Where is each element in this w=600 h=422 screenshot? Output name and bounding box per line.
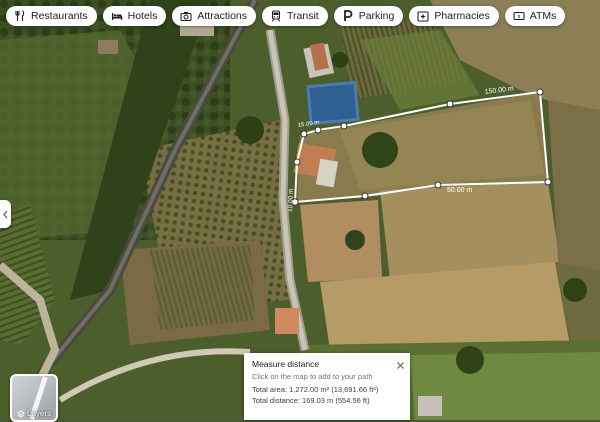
measure-point[interactable]: [446, 100, 454, 108]
parking-icon: [343, 10, 353, 21]
atm-icon: $: [513, 11, 525, 21]
total-area: Total area: 1,272.00 m² (13,691.66 ft²): [252, 385, 379, 394]
measure-point[interactable]: [340, 122, 348, 130]
measure-point[interactable]: [544, 178, 552, 186]
measure-point[interactable]: [434, 181, 442, 189]
chip-label: Pharmacies: [434, 10, 490, 22]
chip-label: Parking: [358, 10, 395, 22]
chip-label: Restaurants: [31, 10, 88, 22]
measure-point[interactable]: [314, 126, 322, 134]
chip-label: ATMs: [529, 10, 557, 22]
measure-point[interactable]: [536, 88, 544, 96]
card-hint: Click on the map to add to your path: [252, 372, 373, 381]
bed-icon: [111, 13, 122, 20]
fork-knife-icon: [15, 10, 25, 21]
total-distance: Total distance: 169.03 m (554.56 ft): [252, 396, 370, 405]
train-icon: [271, 10, 281, 22]
measure-point[interactable]: [361, 192, 369, 200]
camera-icon: [180, 12, 192, 22]
measure-distance-card: Measure distance Click on the map to add…: [244, 353, 410, 420]
layers-icon: [17, 409, 25, 418]
svg-text:$: $: [518, 14, 521, 19]
measure-point[interactable]: [300, 130, 308, 138]
close-button[interactable]: [396, 357, 405, 369]
chip-hotels[interactable]: Hotels: [102, 6, 167, 26]
chip-transit[interactable]: Transit: [262, 6, 328, 26]
close-icon: [397, 362, 404, 369]
chip-attractions[interactable]: Attractions: [172, 6, 256, 26]
chevron-left-icon: [3, 210, 8, 218]
collapse-side-panel-button[interactable]: [0, 200, 11, 228]
measure-label-left: 10.00 m: [287, 188, 295, 212]
chip-atms[interactable]: $ ATMs: [504, 6, 566, 26]
measure-label-bottom: 50.00 m: [447, 187, 472, 194]
chip-parking[interactable]: Parking: [333, 6, 404, 26]
category-chips: Restaurants Hotels Attractions Transit P…: [6, 6, 566, 26]
chip-label: Transit: [287, 10, 319, 22]
layers-button[interactable]: Layers: [10, 374, 58, 422]
measure-point[interactable]: [293, 158, 301, 166]
chip-label: Hotels: [127, 10, 158, 22]
chip-pharmacies[interactable]: Pharmacies: [409, 6, 499, 26]
chip-label: Attractions: [197, 10, 247, 22]
pharmacy-icon: [417, 11, 429, 22]
layers-label: Layers: [12, 409, 56, 418]
chip-restaurants[interactable]: Restaurants: [6, 6, 97, 26]
card-title: Measure distance: [252, 359, 320, 369]
